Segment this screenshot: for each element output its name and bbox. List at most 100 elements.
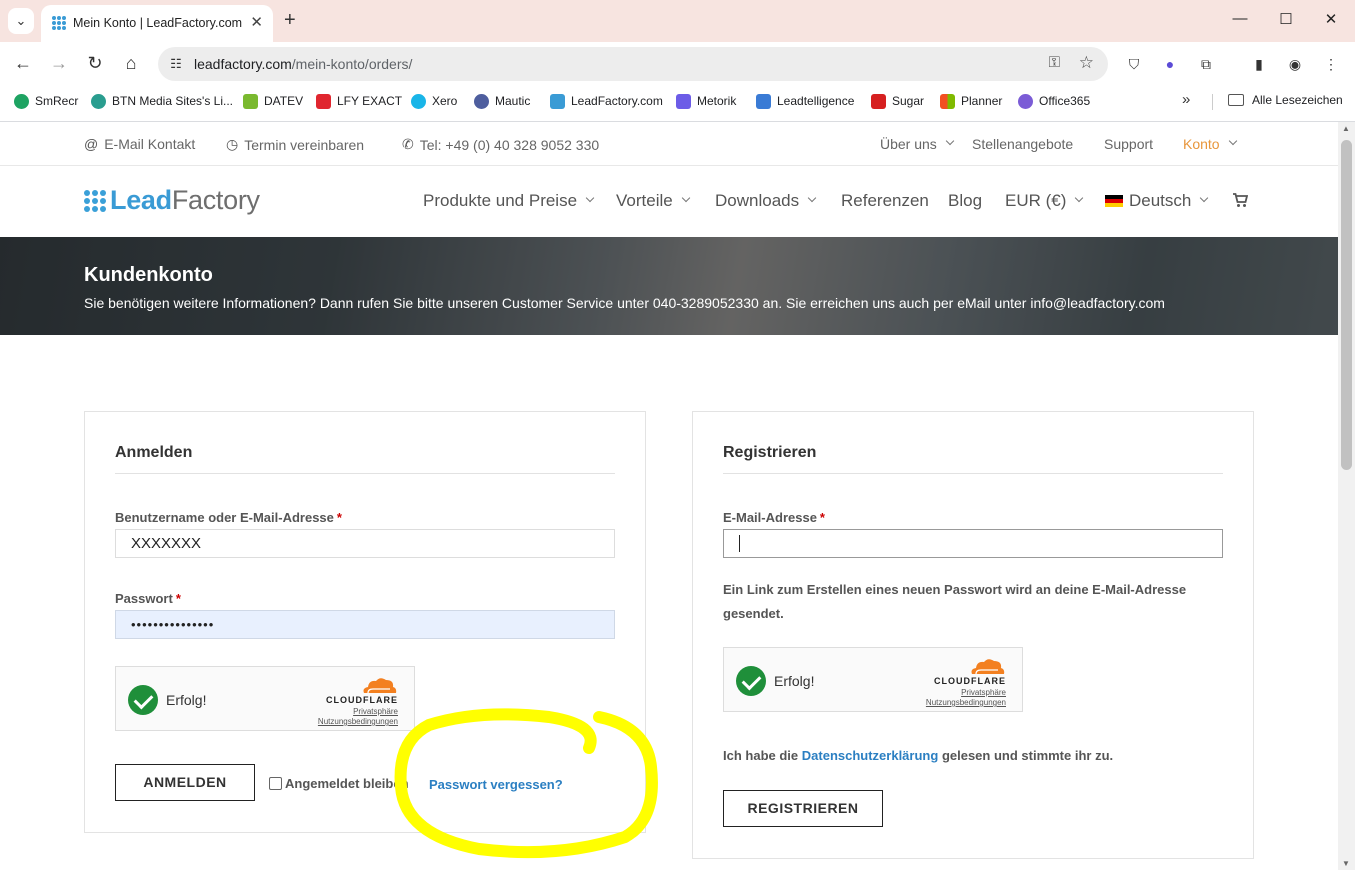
password-input[interactable]: ••••••••••••••• [115, 610, 615, 639]
page-scrollbar[interactable]: ▲ ▼ [1338, 122, 1355, 870]
success-check-icon [736, 666, 766, 696]
nav-products[interactable]: Produkte und Preise [423, 191, 595, 211]
register-divider [723, 473, 1223, 474]
scroll-up-icon[interactable]: ▲ [1342, 124, 1350, 133]
hero-description: Sie benötigen weitere Informationen? Dan… [84, 295, 1165, 311]
bookmark-item[interactable]: BTN Media Sites's Li... [91, 93, 233, 109]
ublock-extension-icon[interactable]: ⛉ [1123, 53, 1145, 75]
register-email-input[interactable] [723, 529, 1223, 558]
privacy-consent-text: Ich habe die Datenschutzerklärung gelese… [723, 748, 1114, 763]
clock-icon: ◷ [226, 136, 239, 152]
nav-references[interactable]: Referenzen [841, 191, 929, 211]
browser-menu-icon[interactable]: ⋮ [1320, 53, 1342, 75]
hero-banner: Kundenkonto Sie benötigen weitere Inform… [0, 237, 1338, 335]
bookmark-item[interactable]: LeadFactory.com [550, 93, 663, 109]
nav-downloads[interactable]: Downloads [715, 191, 817, 211]
checkbox-icon[interactable] [269, 777, 282, 790]
forgot-password-link[interactable]: Passwort vergessen? [429, 777, 563, 792]
forward-icon[interactable]: → [48, 53, 70, 74]
nav-language[interactable]: Deutsch [1105, 191, 1209, 211]
all-bookmarks-button[interactable]: Alle Lesezeichen [1228, 93, 1343, 107]
bookmark-item[interactable]: Xero [411, 93, 457, 109]
tab-search-chevron-icon[interactable]: ⌄ [8, 8, 34, 34]
phone-link[interactable]: ✆ Tel: +49 (0) 40 328 9052 330 [402, 136, 599, 153]
privacy-policy-link[interactable]: Datenschutzerklärung [802, 748, 939, 763]
extension-circle-icon[interactable]: ● [1159, 53, 1181, 75]
captcha-status: Erfolg! [774, 673, 815, 689]
support-link[interactable]: Support [1104, 136, 1153, 152]
cloudflare-cloud-icon [363, 678, 397, 694]
nav-benefits[interactable]: Vorteile [616, 191, 690, 211]
cf-terms-link[interactable]: Nutzungsbedingungen [318, 717, 398, 726]
cloudflare-captcha[interactable]: Erfolg! CLOUDFLARE Privatsphäre Nutzungs… [723, 647, 1023, 712]
home-icon[interactable]: ⌂ [120, 53, 142, 74]
url-text[interactable]: leadfactory.com/mein-konto/orders/ [194, 56, 412, 72]
jobs-link[interactable]: Stellenangebote [972, 136, 1073, 152]
bookmark-favicon-icon [474, 93, 489, 109]
back-icon[interactable]: ← [12, 53, 34, 74]
bookmark-star-icon[interactable]: ☆ [1079, 53, 1094, 73]
leadfactory-favicon-icon [52, 16, 66, 30]
reload-icon[interactable]: ↻ [84, 53, 106, 74]
cloudflare-cloud-icon [971, 659, 1005, 675]
bookmark-item[interactable]: Office365 [1018, 93, 1090, 109]
bookmark-item[interactable]: Leadtelligence [756, 93, 854, 109]
bookmark-item[interactable]: SmRecr [14, 93, 78, 109]
cf-privacy-link[interactable]: Privatsphäre [961, 688, 1006, 697]
bookmark-item[interactable]: Sugar [871, 93, 924, 109]
email-contact-link[interactable]: @ E-Mail Kontakt [84, 136, 195, 152]
chevron-down-icon [1200, 193, 1209, 203]
bookmark-favicon-icon [756, 93, 771, 109]
site-header: LeadFactory Produkte und Preise Vorteile… [0, 167, 1338, 237]
address-bar[interactable]: ☷ leadfactory.com/mein-konto/orders/ ⚿ ☆ [158, 47, 1108, 81]
register-button[interactable]: REGISTRIEREN [723, 790, 883, 827]
bookmark-item[interactable]: Planner [940, 93, 1002, 109]
bookmark-item[interactable]: Metorik [676, 93, 736, 109]
register-note: Ein Link zum Erstellen eines neuen Passw… [723, 582, 1187, 621]
scroll-down-icon[interactable]: ▼ [1342, 859, 1350, 868]
bookmark-favicon-icon [676, 93, 691, 109]
account-menu[interactable]: Konto [1183, 136, 1237, 152]
logo-dots-icon [84, 189, 106, 212]
tab-close-icon[interactable]: ✕ [250, 13, 263, 31]
login-heading: Anmelden [115, 444, 193, 461]
bookmark-item[interactable]: Mautic [474, 93, 530, 109]
tab-title: Mein Konto | LeadFactory.com [73, 16, 243, 30]
captcha-status: Erfolg! [166, 692, 207, 708]
text-caret [739, 535, 740, 552]
close-window-icon[interactable]: ✕ [1321, 10, 1341, 28]
password-label: Passwort * [115, 591, 181, 606]
bookmark-favicon-icon [1018, 93, 1033, 109]
page-viewport: @ E-Mail Kontakt ◷ Termin vereinbaren ✆ Tel… [0, 122, 1338, 870]
browser-tab[interactable]: Mein Konto | LeadFactory.com ✕ [41, 5, 273, 42]
cart-icon[interactable] [1232, 192, 1248, 208]
cloudflare-captcha[interactable]: Erfolg! CLOUDFLARE Privatsphäre Nutzungs… [115, 666, 415, 731]
chevron-down-icon [585, 193, 595, 203]
scroll-thumb[interactable] [1341, 140, 1352, 470]
bookmark-item[interactable]: LFY EXACT [316, 93, 402, 109]
side-panel-icon[interactable]: ▮ [1248, 53, 1270, 75]
bookmarks-overflow-icon[interactable]: » [1182, 91, 1190, 108]
username-input[interactable]: XXXXXXX [115, 529, 615, 558]
about-menu[interactable]: Über uns [880, 136, 955, 152]
remember-me-checkbox[interactable]: Angemeldet bleiben [269, 776, 409, 791]
leadfactory-logo[interactable]: LeadFactory [84, 185, 260, 216]
extensions-puzzle-icon[interactable]: ⧉ [1195, 53, 1217, 75]
minimize-icon[interactable]: — [1230, 10, 1250, 27]
maximize-icon[interactable]: ☐ [1276, 10, 1296, 28]
profile-avatar-icon[interactable]: ◉ [1284, 53, 1306, 75]
bookmark-favicon-icon [550, 93, 565, 109]
nav-currency[interactable]: EUR (€) [1005, 191, 1084, 211]
appointment-link[interactable]: ◷ Termin vereinbaren [226, 136, 364, 153]
site-settings-icon[interactable]: ☷ [166, 54, 186, 74]
cf-terms-link[interactable]: Nutzungsbedingungen [926, 698, 1006, 707]
chevron-down-icon [681, 193, 690, 203]
new-tab-icon[interactable]: + [284, 9, 296, 32]
password-key-icon[interactable]: ⚿ [1049, 54, 1060, 71]
bookmark-item[interactable]: DATEV [243, 93, 303, 109]
nav-blog[interactable]: Blog [948, 191, 982, 211]
chevron-down-icon [1228, 136, 1237, 146]
bookmark-favicon-icon [871, 93, 886, 109]
login-button[interactable]: ANMELDEN [115, 764, 255, 801]
cf-privacy-link[interactable]: Privatsphäre [353, 707, 398, 716]
